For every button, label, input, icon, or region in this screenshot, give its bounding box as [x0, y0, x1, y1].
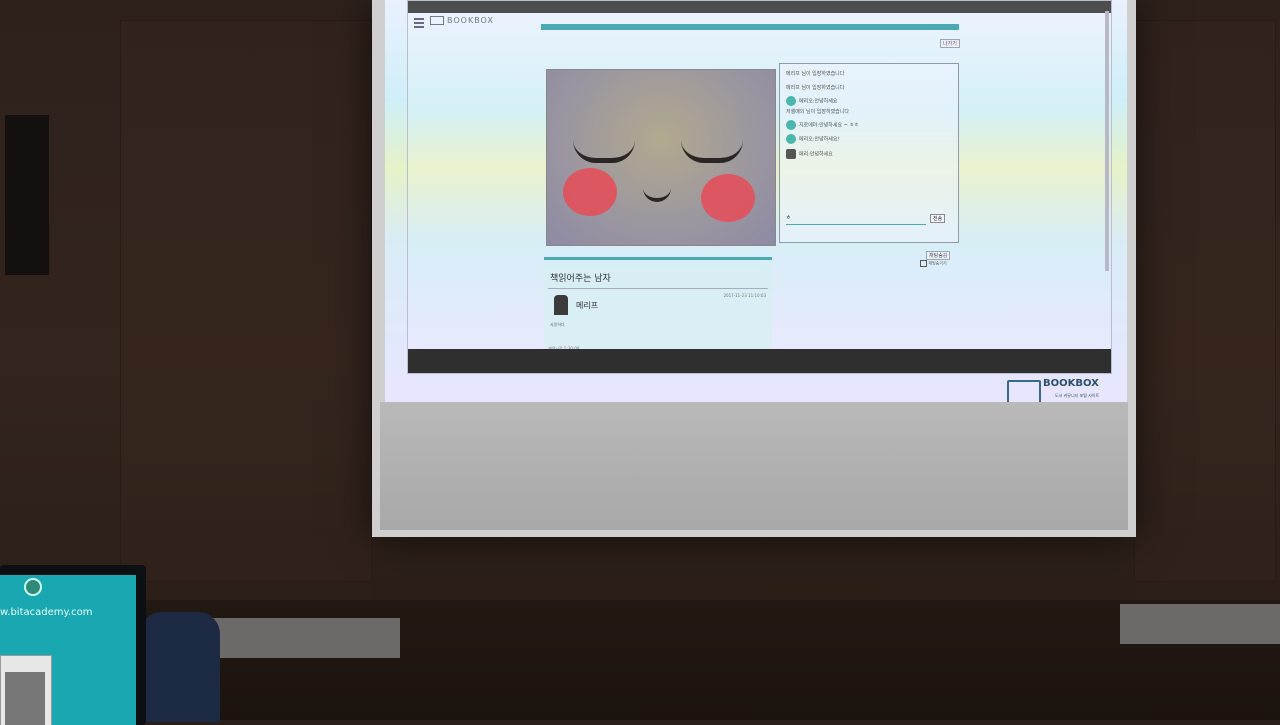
book-logo-icon — [430, 16, 444, 25]
header-accent-bar — [541, 24, 959, 30]
left-cheek — [563, 168, 617, 216]
chat-message: 지로에마:안녕하세요 ~ ㅎㅎ — [786, 120, 859, 130]
chat-panel: 메리프 님이 입장하였습니다 메리프 님이 입장하였습니다 메리오:안녕하세요 … — [779, 63, 959, 243]
chat-message: 메리프 님이 입장하였습니다 — [786, 71, 845, 77]
hide-chat-button[interactable]: 채팅숨김 — [926, 251, 951, 260]
laptop: w.bitacademy.com — [0, 565, 146, 725]
profile-avatar — [554, 295, 568, 315]
video-player[interactable] — [546, 69, 776, 246]
user-avatar-icon — [786, 96, 796, 106]
user-photo-icon — [786, 149, 796, 159]
smile — [643, 188, 671, 202]
user-avatar-icon — [786, 120, 796, 130]
open-book-icon — [1007, 380, 1041, 402]
chat-message: 메리오:안녕하세요 — [786, 96, 838, 106]
chat-message: 메리오:안녕하세요! — [786, 134, 840, 144]
brand-label: BOOKBOX — [447, 16, 494, 25]
chair — [140, 612, 220, 722]
projector-screen-lower — [380, 402, 1128, 530]
wall-speaker — [5, 115, 49, 275]
chat-message: 메리:안녕하세요 — [786, 149, 833, 159]
browser-window: BOOKBOX 나가기 메리프 님이 입장하였습니다 메리프 님이 입장하였습니… — [407, 0, 1112, 374]
user-avatar-icon — [786, 134, 796, 144]
browser-top-bar — [408, 1, 1111, 13]
desk — [1120, 604, 1280, 644]
watermark-subtitle: 도서 커뮤니티 포털 사이트 — [1055, 393, 1100, 398]
watermark-title: BOOKBOX — [1043, 378, 1099, 389]
laptop-app-window — [0, 655, 52, 725]
send-button[interactable]: 전송 — [930, 214, 946, 223]
academy-logo-icon — [24, 578, 42, 596]
scrollbar[interactable] — [1105, 11, 1109, 271]
wall-panel — [120, 20, 372, 582]
book-card[interactable]: 책읽어주는 남자 2017-11-23 11:10:03 메리프 사랑하다 재생… — [544, 257, 772, 352]
book-title: 책읽어주는 남자 — [550, 274, 611, 284]
author-name: 메리프 — [576, 301, 599, 310]
chat-message: 메리프 님이 입장하였습니다 — [786, 85, 845, 91]
menu-icon[interactable] — [414, 18, 424, 28]
right-eye — [681, 140, 743, 163]
post-date: 2017-11-23 11:10:03 — [723, 293, 766, 298]
laptop-screen: w.bitacademy.com — [0, 575, 136, 725]
projected-image: BOOKBOX 나가기 메리프 님이 입장하였습니다 메리프 님이 입장하였습니… — [385, 0, 1127, 402]
hide-chat-label: 채팅숨기기 — [928, 260, 947, 266]
divider — [548, 288, 768, 289]
exit-button[interactable]: 나가기 — [940, 39, 960, 48]
chat-input[interactable]: ㅎ — [786, 214, 926, 225]
laptop-app-content — [5, 672, 45, 725]
hide-chat-checkbox[interactable] — [920, 260, 927, 267]
site-brand[interactable]: BOOKBOX — [430, 16, 494, 25]
wall-panel — [1134, 20, 1276, 582]
right-cheek — [701, 174, 755, 222]
card-subtitle: 사랑하다 — [550, 322, 565, 327]
left-eye — [573, 140, 635, 163]
taskbar — [408, 349, 1111, 373]
laptop-url: w.bitacademy.com — [0, 607, 93, 618]
chat-message: 저셀매의 님이 입장하였습니다 — [786, 109, 849, 115]
chat-options: 채팅숨김 채팅숨기기 — [920, 251, 951, 267]
